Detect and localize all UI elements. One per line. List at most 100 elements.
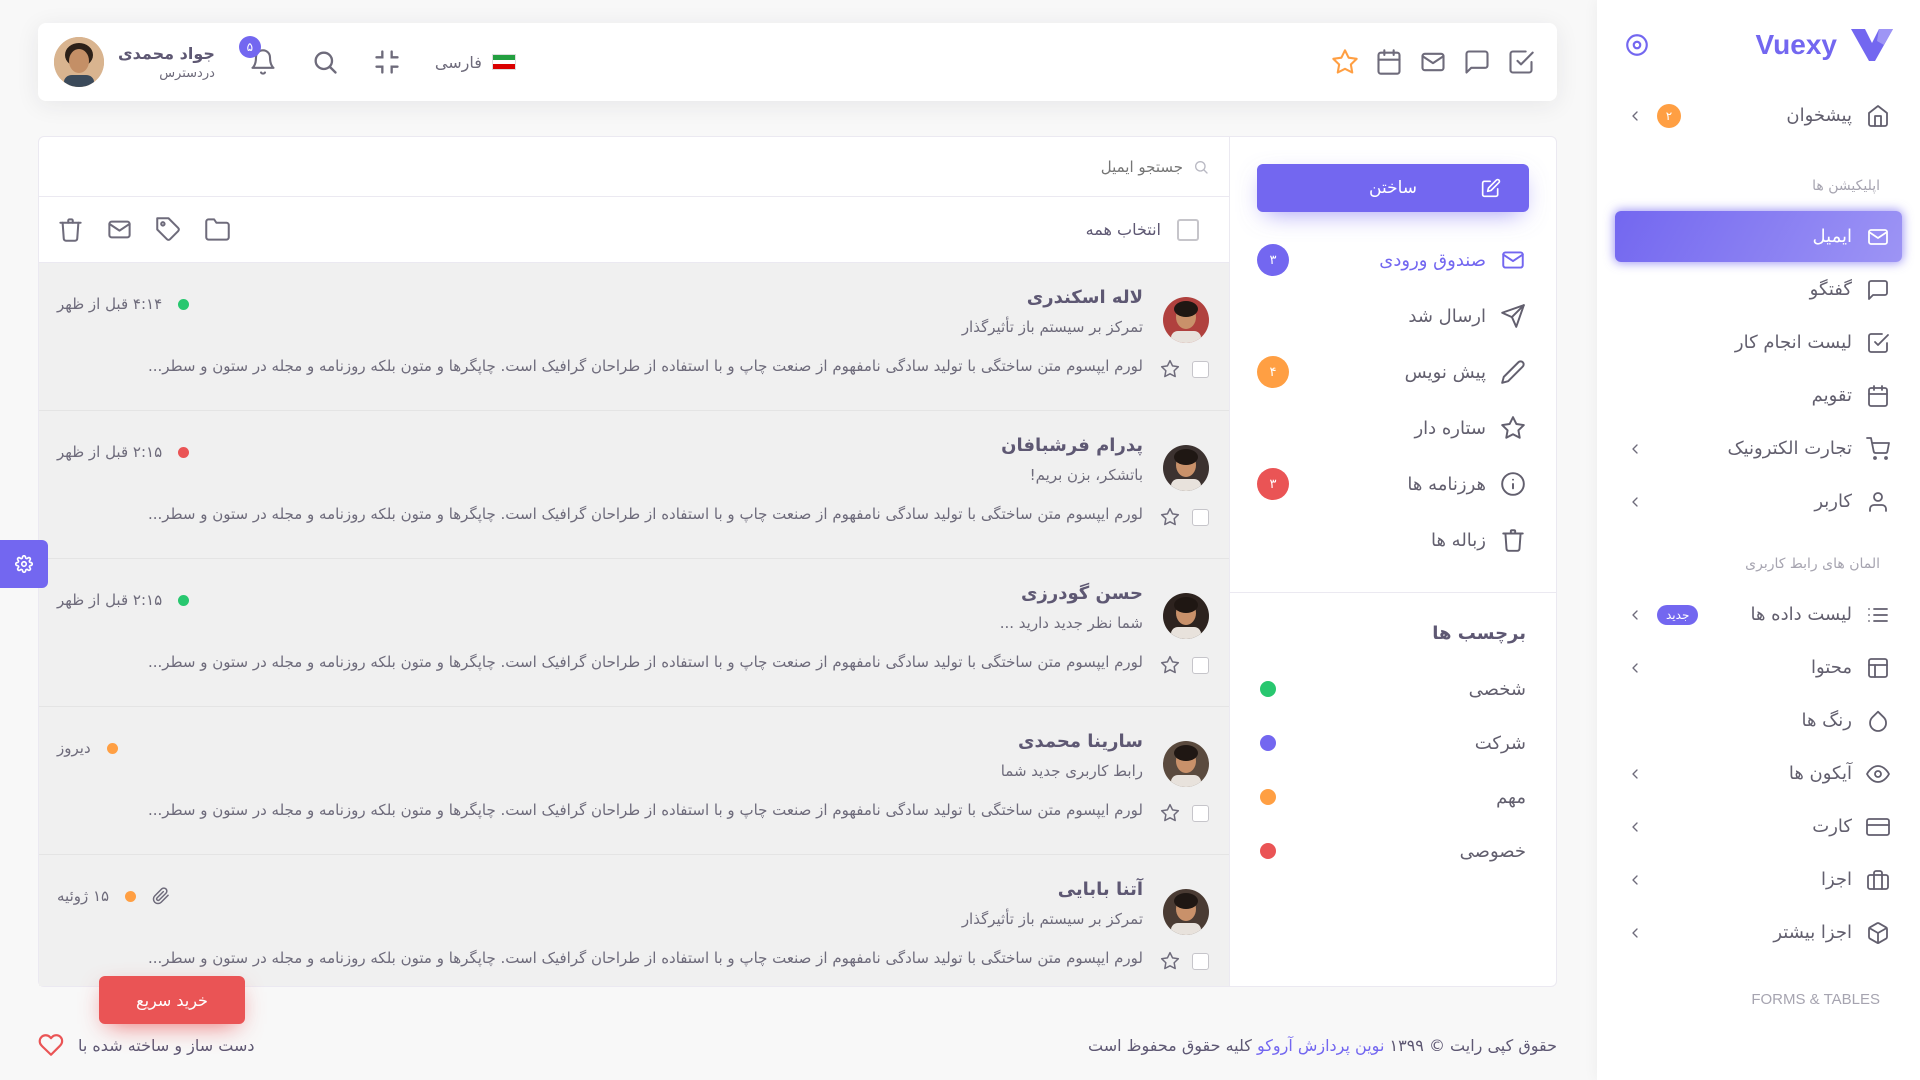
label-filter[interactable]: مهم	[1230, 770, 1556, 824]
email-select-checkbox[interactable]	[1192, 508, 1209, 526]
sidebar-item-droplet[interactable]: رنگ ها	[1615, 695, 1902, 746]
sidebar-item-label: تقویم	[1811, 385, 1852, 406]
folder-info[interactable]: هرزنامه ها ۳	[1230, 456, 1556, 512]
compose-button[interactable]: ساختن	[1257, 164, 1529, 212]
shortcut-message-square-icon[interactable]	[1463, 48, 1491, 76]
folder-star[interactable]: ستاره دار	[1230, 400, 1556, 456]
sender-name: پدرام فرشبافان	[1001, 435, 1143, 456]
folder-label: صندوق ورودی	[1379, 249, 1486, 271]
select-all-control[interactable]: انتخاب همه	[1085, 218, 1199, 241]
email-select-checkbox[interactable]	[1192, 656, 1209, 674]
email-toolbar-actions	[57, 216, 231, 243]
nav-section-header: اپلیکیشن ها	[1812, 178, 1880, 194]
tag-icon[interactable]	[155, 216, 182, 243]
chevron-left-icon	[1632, 662, 1638, 673]
footer-company-link[interactable]: نوین پردازش آروکو	[1257, 1036, 1384, 1055]
folder-label: زباله ها	[1430, 529, 1486, 551]
email-select-checkbox[interactable]	[1192, 952, 1209, 970]
folder-edit-pen[interactable]: پیش نویس ۴	[1230, 344, 1556, 400]
sidebar-item-briefcase[interactable]: اجزا	[1615, 854, 1902, 905]
fullscreen-minimize-icon[interactable]	[373, 48, 401, 76]
email-select-checkbox[interactable]	[1192, 360, 1209, 378]
star-icon[interactable]	[1160, 951, 1180, 971]
language-selector[interactable]: فارسی	[435, 53, 516, 72]
sender-avatar	[1163, 593, 1209, 639]
box-icon	[1868, 921, 1888, 944]
email-labels: شخصی شرکت مهم خصوصی	[1230, 662, 1556, 878]
email-list-item[interactable]: حسن گودرزی شما نظر جدید دارید ... لورم ایپ…	[39, 559, 1229, 707]
email-list-item[interactable]: آتنا بابایی تمرکز بر سیستم باز تأثیرگذار ل…	[39, 855, 1229, 986]
info-icon	[1501, 472, 1525, 496]
email-subject: تمرکز بر سیستم باز تأثیرگذار	[961, 910, 1143, 928]
navbar-shortcuts	[1331, 48, 1541, 76]
star-icon[interactable]	[1160, 655, 1180, 675]
email-select-checkbox[interactable]	[1192, 804, 1209, 822]
folder-mail[interactable]: صندوق ورودی ۳	[1230, 232, 1556, 288]
brand-logo-link[interactable]: Vuexy	[1756, 29, 1893, 61]
trash-icon[interactable]	[57, 216, 84, 243]
sidebar-item-label: لیست داده ها	[1750, 604, 1852, 625]
sidebar-collapse-toggle-icon[interactable]	[1624, 32, 1650, 58]
star-icon[interactable]	[1160, 803, 1180, 823]
sidebar-nav: پیشخوان ۲ اپلیکیشن ها ایمیل گفتگو لیست انجام …	[1597, 90, 1920, 1022]
folder-icon[interactable]	[204, 216, 231, 243]
chevron-left-icon	[1632, 110, 1638, 121]
user-dropdown[interactable]: جواد محمدی دردسترس	[54, 37, 215, 87]
sidebar-item-calendar[interactable]: تقویم	[1615, 370, 1902, 421]
email-list-item[interactable]: سارینا محمدی رابط کاربری جدید شما لورم ایپ…	[39, 707, 1229, 855]
sidebar-item-shopping-cart[interactable]: تجارت الکترونیک	[1615, 423, 1902, 474]
email-list-item[interactable]: پدرام فرشبافان باتشکر، بزن بریم! لورم ایپس…	[39, 411, 1229, 559]
buy-now-button[interactable]: خرید سریع	[99, 976, 245, 1024]
sender-avatar	[1163, 297, 1209, 343]
email-subject: باتشکر، بزن بریم!	[1029, 466, 1143, 484]
star-icon[interactable]	[1160, 507, 1180, 527]
label-filter[interactable]: شرکت	[1230, 716, 1556, 770]
sender-name: حسن گودرزی	[1021, 583, 1143, 604]
sidebar-item-box[interactable]: اجزا بیشتر	[1615, 907, 1902, 958]
folder-trash[interactable]: زباله ها	[1230, 512, 1556, 568]
mail-icon[interactable]	[106, 216, 133, 243]
sidebar-item-credit-card[interactable]: کارت	[1615, 801, 1902, 852]
label-filter[interactable]: خصوصی	[1230, 824, 1556, 878]
theme-customizer-toggle[interactable]	[0, 540, 48, 588]
search-icon[interactable]	[311, 48, 339, 76]
sidebar-item-mail[interactable]: ایمیل	[1615, 211, 1902, 262]
star-icon[interactable]	[1160, 359, 1180, 379]
chevron-left-icon	[1632, 496, 1638, 507]
sender-avatar	[1163, 741, 1209, 787]
sidebar-item-message-square[interactable]: گفتگو	[1615, 264, 1902, 315]
sidebar-item-label: اجزا بیشتر	[1773, 922, 1852, 943]
label-color-dot	[1260, 843, 1276, 859]
email-excerpt: لورم ایپسوم متن ساختگی با تولید سادگی نا…	[147, 505, 1143, 523]
sidebar-item-check-square[interactable]: لیست انجام کار	[1615, 317, 1902, 368]
label-filter[interactable]: شخصی	[1230, 662, 1556, 716]
edit-icon	[1481, 178, 1501, 198]
notifications-button[interactable]: ۵	[238, 36, 277, 76]
email-label-dot	[178, 298, 190, 310]
shortcut-check-square-icon[interactable]	[1507, 48, 1535, 76]
navbar-right-group: جواد محمدی دردسترس ۵ فارسی	[54, 36, 516, 87]
sidebar-item-layout[interactable]: محتوا	[1615, 642, 1902, 693]
email-meta: ۱۵ ژوئیه	[57, 887, 170, 905]
chevron-left-icon	[1632, 874, 1638, 885]
chevron-left-icon	[1632, 821, 1638, 832]
select-all-label: انتخاب همه	[1085, 220, 1161, 239]
email-item-actions	[1160, 655, 1209, 675]
email-search-input[interactable]	[59, 157, 1183, 176]
email-subject: تمرکز بر سیستم باز تأثیرگذار	[961, 318, 1143, 336]
shortcut-calendar-icon[interactable]	[1375, 48, 1403, 76]
sidebar-item-label: ایمیل	[1812, 226, 1852, 247]
email-list: لاله اسکندری تمرکز بر سیستم باز تأثیرگذار…	[39, 263, 1229, 986]
sidebar-item-home[interactable]: پیشخوان ۲	[1615, 90, 1902, 141]
sidebar-item-eye[interactable]: آیکون ها	[1615, 748, 1902, 799]
sidebar-item-user[interactable]: کاربر	[1615, 476, 1902, 527]
sidebar-item-list[interactable]: لیست داده ها جدید	[1615, 589, 1902, 640]
paperclip-icon	[152, 887, 169, 905]
folder-send[interactable]: ارسال شد	[1230, 288, 1556, 344]
email-time: ۲:۱۵ قبل از ظهر	[57, 443, 163, 461]
shortcut-star-icon[interactable]	[1331, 48, 1359, 76]
email-list-item[interactable]: لاله اسکندری تمرکز بر سیستم باز تأثیرگذار…	[39, 263, 1229, 411]
select-all-checkbox[interactable]	[1177, 218, 1199, 241]
shortcut-mail-icon[interactable]	[1419, 48, 1447, 76]
page-footer: حقوق کپی رایت © ۱۳۹۹ نوین پردازش آروکو ک…	[38, 1030, 1557, 1060]
